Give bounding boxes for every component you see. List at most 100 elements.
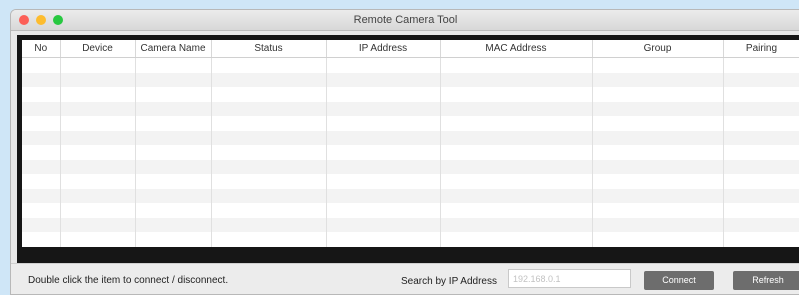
- table-row[interactable]: [22, 145, 799, 160]
- table-header-row: No Device Camera Name Status IP Address …: [22, 40, 799, 58]
- table-cell: [135, 159, 212, 174]
- table-cell: [326, 145, 441, 160]
- table-cell: [135, 130, 212, 145]
- table-cell: [326, 159, 441, 174]
- table-cell: [592, 203, 724, 218]
- table-cell: [135, 145, 212, 160]
- table-cell: [135, 72, 212, 87]
- table-cell: [22, 130, 61, 145]
- table-cell: [22, 87, 61, 102]
- table-cell: [60, 188, 136, 203]
- table-cell: [211, 87, 327, 102]
- table-cell: [592, 130, 724, 145]
- table-row[interactable]: [22, 174, 799, 189]
- table-cell: [723, 217, 799, 232]
- table-cell: [60, 57, 136, 73]
- table-cell: [592, 57, 724, 73]
- table-cell: [135, 174, 212, 189]
- table-cell: [211, 130, 327, 145]
- table-cell: [723, 174, 799, 189]
- table-cell: [135, 188, 212, 203]
- column-header-camera-name[interactable]: Camera Name: [135, 40, 212, 58]
- ip-search-input[interactable]: [508, 269, 631, 288]
- column-header-group[interactable]: Group: [592, 40, 724, 58]
- column-header-status[interactable]: Status: [211, 40, 327, 58]
- table-cell: [723, 232, 799, 247]
- footer-bar: Double click the item to connect / disco…: [11, 263, 799, 294]
- table-cell: [592, 174, 724, 189]
- table-row[interactable]: [22, 130, 799, 145]
- table-cell: [592, 159, 724, 174]
- table-cell: [440, 232, 593, 247]
- table-cell: [326, 232, 441, 247]
- column-header-mac-address[interactable]: MAC Address: [440, 40, 593, 58]
- table-row[interactable]: [22, 217, 799, 232]
- table-cell: [440, 203, 593, 218]
- table-cell: [723, 145, 799, 160]
- table-cell: [440, 87, 593, 102]
- table-cell: [723, 130, 799, 145]
- table-cell: [592, 87, 724, 102]
- refresh-button[interactable]: Refresh: [733, 271, 799, 290]
- table-row[interactable]: [22, 72, 799, 87]
- app-window: Remote Camera Tool No Device Camera Name…: [10, 9, 799, 295]
- table-cell: [60, 101, 136, 116]
- connect-button[interactable]: Connect: [644, 271, 714, 290]
- device-table[interactable]: No Device Camera Name Status IP Address …: [22, 40, 799, 247]
- table-row[interactable]: [22, 159, 799, 174]
- table-cell: [211, 116, 327, 131]
- table-cell: [22, 57, 61, 73]
- table-cell: [60, 145, 136, 160]
- table-cell: [211, 203, 327, 218]
- table-cell: [326, 87, 441, 102]
- table-row[interactable]: [22, 87, 799, 102]
- table-cell: [326, 203, 441, 218]
- column-header-ip-address[interactable]: IP Address: [326, 40, 441, 58]
- table-cell: [440, 174, 593, 189]
- table-cell: [211, 217, 327, 232]
- table-row[interactable]: [22, 232, 799, 247]
- table-cell: [22, 188, 61, 203]
- table-cell: [723, 116, 799, 131]
- table-cell: [592, 217, 724, 232]
- table-cell: [135, 101, 212, 116]
- table-row[interactable]: [22, 188, 799, 203]
- table-cell: [211, 159, 327, 174]
- table-cell: [22, 101, 61, 116]
- table-cell: [22, 72, 61, 87]
- instruction-text: Double click the item to connect / disco…: [28, 275, 229, 286]
- table-cell: [440, 159, 593, 174]
- table-cell: [592, 145, 724, 160]
- table-cell: [211, 174, 327, 189]
- table-cell: [723, 72, 799, 87]
- table-cell: [22, 116, 61, 131]
- table-cell: [60, 130, 136, 145]
- table-cell: [135, 57, 212, 73]
- table-cell: [723, 57, 799, 73]
- table-cell: [592, 116, 724, 131]
- table-cell: [60, 72, 136, 87]
- table-cell: [211, 145, 327, 160]
- table-cell: [211, 57, 327, 73]
- table-cell: [592, 101, 724, 116]
- column-header-pairing[interactable]: Pairing: [723, 40, 799, 58]
- table-cell: [440, 130, 593, 145]
- table-cell: [440, 145, 593, 160]
- table-row[interactable]: [22, 57, 799, 73]
- table-cell: [326, 72, 441, 87]
- table-cell: [135, 87, 212, 102]
- table-row[interactable]: [22, 116, 799, 131]
- table-cell: [592, 72, 724, 87]
- table-cell: [22, 159, 61, 174]
- table-row[interactable]: [22, 203, 799, 218]
- table-cell: [326, 174, 441, 189]
- column-header-device[interactable]: Device: [60, 40, 136, 58]
- table-cell: [60, 159, 136, 174]
- table-cell: [440, 217, 593, 232]
- column-header-no[interactable]: No: [22, 40, 61, 58]
- table-cell: [211, 101, 327, 116]
- table-cell: [440, 101, 593, 116]
- table-body[interactable]: [22, 57, 799, 247]
- table-row[interactable]: [22, 101, 799, 116]
- table-cell: [135, 203, 212, 218]
